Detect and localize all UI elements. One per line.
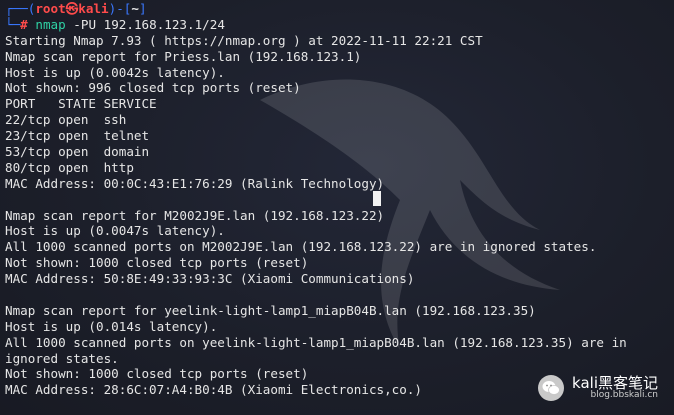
output-line: ignored states. xyxy=(5,350,119,366)
text-cursor xyxy=(373,191,381,206)
output-line: All 1000 scanned ports on yeelink-light-… xyxy=(5,334,627,350)
output-line: Nmap scan report for Priess.lan (192.168… xyxy=(5,48,362,64)
watermark-title: kali黑客笔记 xyxy=(572,373,658,392)
output-line: Starting Nmap 7.93 ( https://nmap.org ) … xyxy=(5,32,483,48)
output-line: PORT STATE SERVICE xyxy=(5,96,157,112)
terminal-window[interactable]: ┌──(root㉿kali)-[~] └─# nmap -PU 192.168.… xyxy=(0,0,674,415)
prompt-user-host: root㉿kali xyxy=(35,1,109,16)
output-line: Nmap scan report for yeelink-light-lamp1… xyxy=(5,302,536,318)
output-line: 80/tcp open http xyxy=(5,159,134,175)
prompt-path: ~ xyxy=(131,1,139,16)
output-line: 23/tcp open telnet xyxy=(5,128,150,144)
output-line: All 1000 scanned ports on M2002J9E.lan (… xyxy=(5,239,597,255)
prompt-hash: # xyxy=(20,16,28,32)
output-line: Not shown: 1000 closed tcp ports (reset) xyxy=(5,255,309,271)
watermark-subtitle: blog.bbskali.cn xyxy=(590,390,659,401)
prompt-box-end: ] xyxy=(138,1,147,16)
watermark: kali黑客笔记 blog.bbskali.cn xyxy=(538,375,658,401)
prompt-line-1: ┌──(root㉿kali)-[~] xyxy=(5,1,674,17)
output-line: Not shown: 996 closed tcp ports (reset) xyxy=(5,80,301,96)
output-line: Host is up (0.0042s latency). xyxy=(5,64,225,80)
output-line: 22/tcp open ssh xyxy=(5,112,127,128)
prompt-box-mid: )-[ xyxy=(108,1,132,16)
output-line: Host is up (0.014s latency). xyxy=(5,318,218,334)
output-line: MAC Address: 50:8E:49:33:93:3C (Xiaomi C… xyxy=(5,271,415,287)
wechat-icon xyxy=(538,374,565,401)
output-line: Nmap scan report for M2002J9E.lan (192.1… xyxy=(5,207,385,223)
output-line: Host is up (0.0047s latency). xyxy=(5,223,225,239)
command-name: nmap xyxy=(35,16,66,32)
prompt-second-prefix: └─ xyxy=(5,16,21,32)
output-line: 53/tcp open domain xyxy=(5,144,150,160)
prompt-line-2: └─# nmap -PU 192.168.123.1/24 xyxy=(5,17,674,33)
output-line: MAC Address: 00:0C:43:E1:76:29 (Ralink T… xyxy=(5,175,385,191)
command-args: -PU 192.168.123.1/24 xyxy=(65,16,225,32)
prompt-box-start: ┌──( xyxy=(5,1,36,16)
